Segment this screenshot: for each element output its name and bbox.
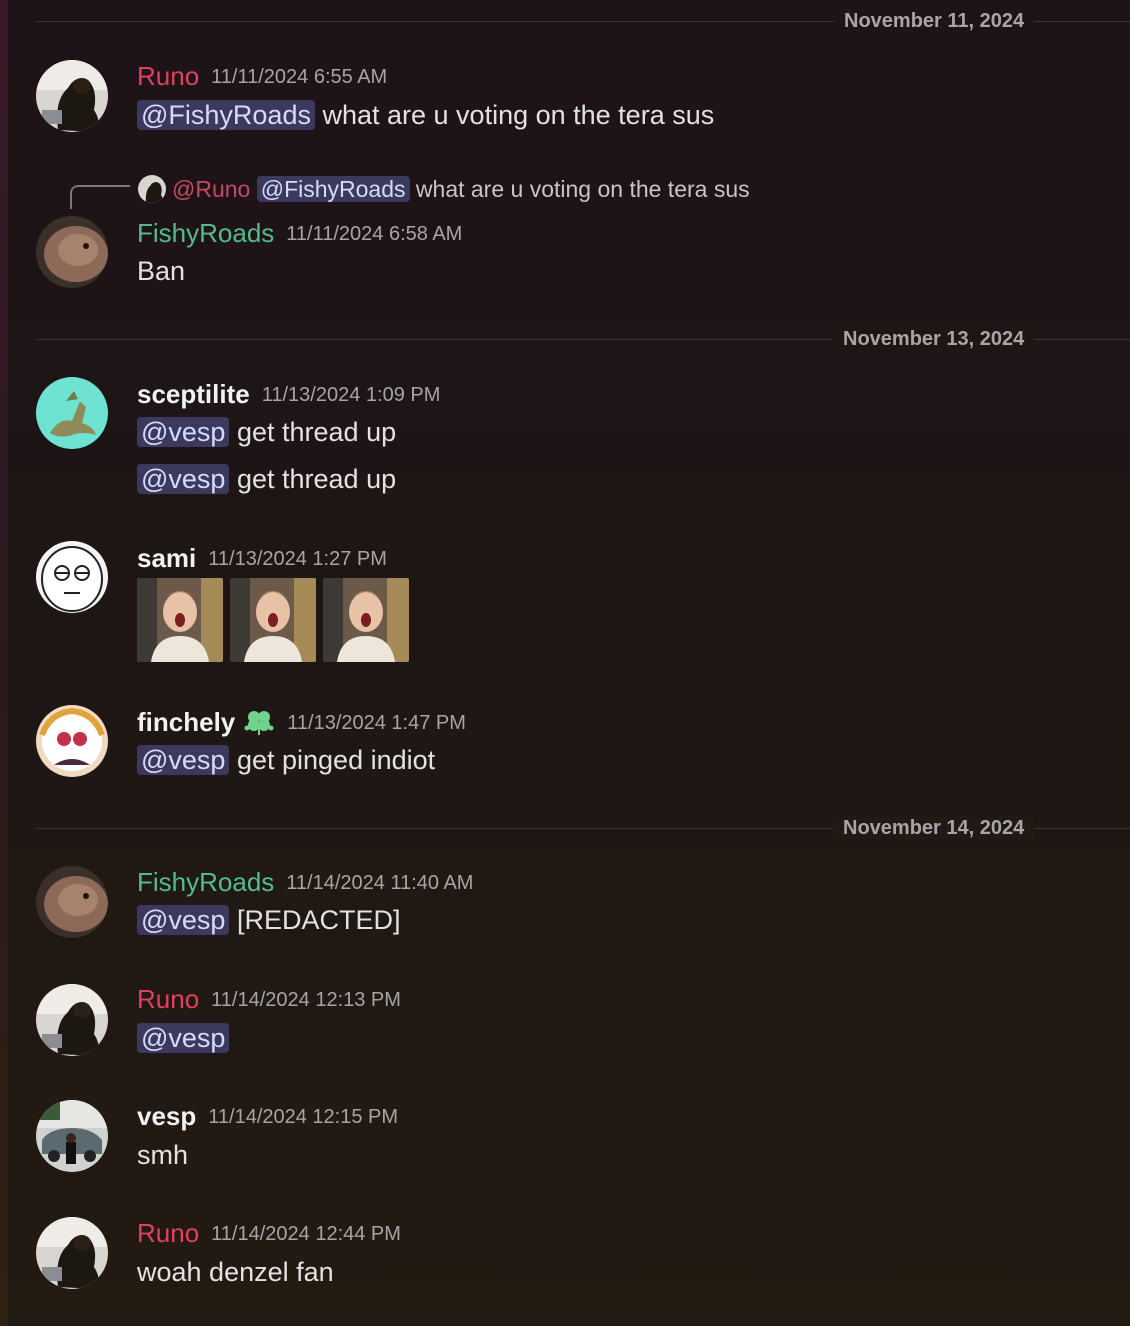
avatar[interactable] — [36, 866, 108, 938]
message-content: @vesp [REDACTED] — [137, 903, 401, 937]
message-text: Ban — [137, 256, 186, 286]
meme-face-avatar-icon — [36, 541, 108, 613]
author-name[interactable]: sami — [137, 543, 196, 573]
avatar[interactable] — [36, 60, 108, 132]
author-name[interactable]: FishyRoads — [137, 867, 274, 897]
dog-avatar-icon — [138, 175, 166, 203]
author-name[interactable]: finchely — [137, 707, 235, 737]
author-name[interactable]: FishyRoads — [137, 218, 274, 248]
reply-text: what are u voting on the tera sus — [415, 176, 750, 202]
left-edge — [0, 0, 8, 1326]
avatar[interactable] — [36, 377, 108, 449]
reply-author[interactable]: @Runo — [172, 176, 250, 202]
avatar[interactable] — [36, 541, 108, 613]
dog-avatar-icon — [36, 984, 108, 1056]
image-attachment[interactable] — [323, 578, 409, 662]
author-name[interactable]: vesp — [137, 1101, 196, 1131]
author-name[interactable]: Runo — [137, 1218, 199, 1248]
user-mention[interactable]: @vesp — [137, 464, 230, 494]
message-author[interactable]: Runo 11/11/2024 6:55 AM — [137, 61, 387, 92]
message-timestamp: 11/13/2024 1:27 PM — [208, 548, 387, 570]
message-timestamp: 11/14/2024 12:44 PM — [211, 1223, 401, 1245]
reply-preview[interactable]: @Runo @FishyRoads what are u voting on t… — [138, 174, 750, 204]
date-divider-label: November 13, 2024 — [833, 328, 1035, 350]
avatar[interactable] — [36, 705, 108, 777]
message-content: @vesp — [137, 1021, 230, 1055]
dog-avatar-icon — [36, 1217, 108, 1289]
dog-avatar-icon — [36, 60, 108, 132]
avatar[interactable] — [36, 984, 108, 1056]
message-author[interactable]: sceptilite 11/13/2024 1:09 PM — [137, 379, 440, 410]
reply-avatar — [138, 175, 166, 203]
message-timestamp: 11/14/2024 11:40 AM — [286, 872, 474, 894]
message-timestamp: 11/14/2024 12:13 PM — [211, 989, 401, 1011]
message-author[interactable]: FishyRoads 11/14/2024 11:40 AM — [137, 867, 473, 898]
author-name[interactable]: sceptilite — [137, 379, 250, 409]
message-author[interactable]: Runo 11/14/2024 12:44 PM — [137, 1218, 401, 1249]
message-timestamp: 11/14/2024 12:15 PM — [208, 1106, 399, 1128]
shocked-kid-image — [137, 578, 223, 662]
author-name[interactable]: Runo — [137, 61, 199, 91]
message-timestamp: 11/13/2024 1:09 PM — [261, 384, 441, 406]
user-mention[interactable]: @vesp — [137, 905, 230, 935]
author-name[interactable]: Runo — [137, 984, 199, 1014]
message-content: @vesp get pinged indiot — [137, 743, 435, 777]
message-text: [REDACTED] — [236, 905, 401, 935]
message-content: @FishyRoads what are u voting on the ter… — [137, 98, 714, 132]
message-author[interactable]: sami 11/13/2024 1:27 PM — [137, 543, 387, 574]
message-text: smh — [137, 1140, 189, 1170]
message-content: @vesp get thread up — [137, 462, 396, 496]
message-content: @vesp get thread up — [137, 415, 396, 449]
shocked-kid-image — [230, 578, 316, 662]
avatar[interactable] — [36, 1217, 108, 1289]
clover-icon — [243, 707, 275, 741]
date-divider-label: November 11, 2024 — [834, 10, 1035, 32]
message-text: what are u voting on the tera sus — [322, 100, 715, 130]
message-text: get thread up — [236, 464, 397, 494]
image-attachment[interactable] — [230, 578, 316, 662]
date-divider: November 11, 2024 — [36, 10, 1130, 32]
hamster-avatar-icon — [36, 866, 108, 938]
image-attachment[interactable] — [137, 578, 223, 662]
user-mention[interactable]: @vesp — [137, 417, 230, 447]
user-mention[interactable]: @vesp — [137, 1023, 230, 1053]
message-author[interactable]: FishyRoads 11/11/2024 6:58 AM — [137, 218, 462, 249]
message-author[interactable]: Runo 11/14/2024 12:13 PM — [137, 984, 401, 1015]
avatar[interactable] — [36, 1100, 108, 1172]
shocked-kid-image — [323, 578, 409, 662]
message-timestamp: 11/11/2024 6:55 AM — [211, 66, 388, 88]
message-author[interactable]: finchely 11/13/2024 1:47 PM — [137, 707, 466, 741]
message-timestamp: 11/11/2024 6:58 AM — [286, 223, 463, 245]
date-divider-label: November 14, 2024 — [833, 817, 1035, 839]
avatar[interactable] — [36, 216, 108, 288]
hamster-avatar-icon — [36, 216, 108, 288]
anime-avatar-icon — [36, 705, 108, 777]
car-photo-avatar-icon — [36, 1100, 108, 1172]
sceptile-avatar-icon — [36, 377, 108, 449]
message-text: get pinged indiot — [236, 745, 436, 775]
user-mention[interactable]: @FishyRoads — [137, 100, 315, 130]
date-divider: November 14, 2024 — [36, 817, 1130, 839]
user-mention[interactable]: @FishyRoads — [256, 176, 410, 202]
date-divider: November 13, 2024 — [36, 328, 1130, 350]
reply-connector — [70, 185, 130, 209]
message-text: get thread up — [236, 417, 397, 447]
message-text: woah denzel fan — [137, 1257, 334, 1287]
message-timestamp: 11/13/2024 1:47 PM — [287, 712, 466, 734]
user-mention[interactable]: @vesp — [137, 745, 230, 775]
message-author[interactable]: vesp 11/14/2024 12:15 PM — [137, 1101, 398, 1132]
